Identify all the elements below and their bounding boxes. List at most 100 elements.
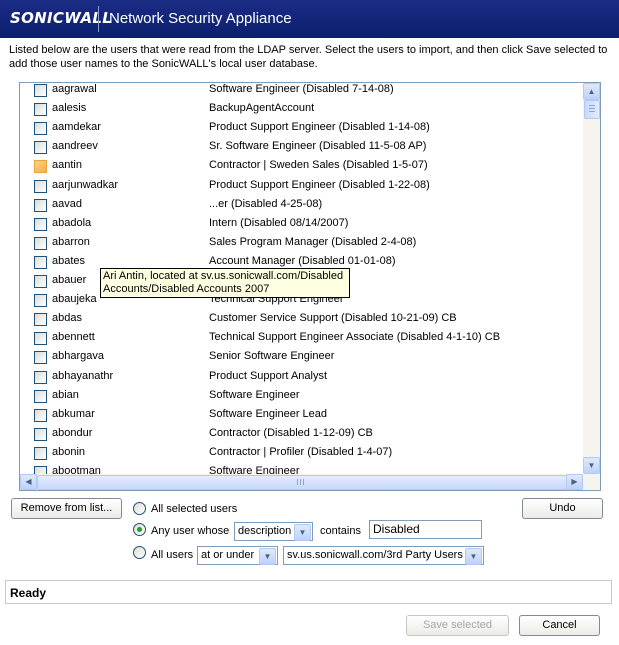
user-row[interactable]: abkumar Software Engineer Lead [20,408,583,427]
user-row[interactable]: aandreev Sr. Software Engineer (Disabled … [20,140,583,159]
user-checkbox[interactable] [34,466,47,474]
user-name: abkumar [52,407,95,420]
user-row[interactable]: abennett Technical Support Engineer Assoc… [20,331,583,350]
user-row[interactable]: abhargava Senior Software Engineer [20,350,583,369]
remove-from-list-button[interactable]: Remove from list... [11,498,122,519]
app-title: Network Security Appliance [109,10,292,27]
user-name: abauer [52,274,87,286]
scroll-up-button[interactable]: ▲ [583,83,600,100]
scroll-down-arrow-icon: ▼ [587,461,596,470]
user-description: Senior Software Engineer [209,350,335,363]
user-checkbox[interactable] [34,217,47,231]
user-checkbox[interactable] [34,236,47,250]
user-name: abootman [52,465,101,474]
vertical-scrollbar[interactable]: ▲ ▼ [583,83,600,474]
horizontal-scroll-thumb[interactable] [37,475,567,490]
scroll-left-arrow-icon: ◀ [25,477,32,486]
user-row[interactable]: aavad ...er (Disabled 4-25-08) [20,198,583,217]
user-checkbox[interactable] [34,332,47,346]
chevron-down-icon: ▼ [465,548,482,565]
location-mode-select[interactable]: at or under ▼ [197,546,278,565]
all-selected-users-label: All selected users [151,503,238,515]
user-checkbox[interactable] [34,103,47,117]
user-checkbox[interactable] [34,446,47,460]
user-name: aalesis [52,102,87,115]
scroll-left-button[interactable]: ◀ [20,474,37,490]
user-checkbox[interactable] [34,313,47,327]
user-row[interactable]: abadola Intern (Disabled 08/14/2007) [20,217,583,236]
user-checkbox[interactable] [34,84,47,97]
user-checkbox[interactable] [34,427,47,441]
contains-input[interactable] [369,520,482,539]
radio-all-users[interactable] [133,546,146,559]
user-row[interactable]: aarjunwadkar Product Support Engineer (Di… [20,179,583,198]
user-checkbox[interactable] [34,179,47,193]
user-description: Sr. Software Engineer (Disabled 11-5-08 … [209,140,427,153]
user-row[interactable]: abian Software Engineer [20,389,583,408]
user-checkbox[interactable] [34,198,47,212]
radio-all-selected-users[interactable] [133,502,146,515]
user-checkbox[interactable] [34,351,47,365]
status-bar: Ready [5,580,612,604]
user-row[interactable]: abhayanathr Product Support Analyst [20,370,583,389]
save-selected-button[interactable]: Save selected [406,615,509,636]
user-row[interactable]: aagrawal Software Engineer (Disabled 7-14… [20,83,583,102]
user-description: Software Engineer (Disabled 7-14-08) [209,83,394,95]
undo-button[interactable]: Undo [522,498,603,519]
attribute-select-value: description [238,525,292,537]
user-checkbox[interactable] [34,160,47,174]
user-row[interactable]: aantin Contractor | Sweden Sales (Disable… [20,159,583,178]
user-name: aavad [52,197,82,210]
thumb-grip [297,479,298,485]
user-checkbox[interactable] [34,389,47,403]
user-description: Product Support Engineer (Disabled 1-22-… [209,178,430,191]
user-tooltip: Ari Antin, located at sv.us.sonicwall.co… [100,268,350,298]
user-name: abadola [52,216,92,229]
user-row[interactable]: abarron Sales Program Manager (Disabled 2… [20,236,583,255]
user-checkbox[interactable] [34,370,47,384]
user-name: abhayanathr [52,369,114,382]
user-checkbox[interactable] [34,255,47,269]
user-checkbox[interactable] [34,141,47,155]
attribute-select[interactable]: description ▼ [234,522,313,541]
user-description: Contractor (Disabled 1-12-09) CB [209,426,373,439]
all-users-label: All users [151,549,194,561]
chevron-down-icon: ▼ [294,524,311,541]
user-description: Sales Program Manager (Disabled 2-4-08) [209,235,417,248]
user-description: Intern (Disabled 08/14/2007) [209,216,349,229]
user-name: aandreev [52,140,98,153]
user-description: Customer Service Support (Disabled 10-21… [209,312,457,325]
user-row[interactable]: abootman Software Engineer [20,465,583,474]
vertical-scroll-thumb[interactable] [584,100,600,119]
radio-any-user-whose[interactable] [133,523,146,536]
user-row[interactable]: abdas Customer Service Support (Disabled … [20,312,583,331]
user-description: Account Manager (Disabled 01-01-08) [209,254,396,267]
user-row[interactable]: aamdekar Product Support Engineer (Disabl… [20,121,583,140]
user-row[interactable]: abondur Contractor (Disabled 1-12-09) CB [20,427,583,446]
location-path-select[interactable]: sv.us.sonicwall.com/3rd Party Users ▼ [283,546,484,565]
location-mode-value: at or under [201,549,255,561]
scroll-right-arrow-icon: ▶ [571,477,578,486]
cancel-button[interactable]: Cancel [519,615,600,636]
user-row[interactable]: abonin Contractor | Profiler (Disabled 1-… [20,446,583,465]
user-description: Product Support Engineer (Disabled 1-14-… [209,121,430,134]
scroll-down-button[interactable]: ▼ [583,457,600,474]
user-description: ...er (Disabled 4-25-08) [209,197,323,210]
user-list[interactable]: aagrawal Software Engineer (Disabled 7-14… [19,82,601,491]
user-checkbox[interactable] [34,275,47,288]
user-description: Software Engineer Lead [209,407,328,420]
scroll-right-button[interactable]: ▶ [566,474,583,490]
thumb-grip [589,108,595,109]
user-name: aarjunwadkar [52,178,119,191]
scroll-up-arrow-icon: ▲ [587,87,596,96]
thumb-grip [303,479,304,485]
any-user-whose-label: Any user whose [151,525,230,537]
user-description: Software Engineer [209,465,300,474]
user-checkbox[interactable] [34,294,47,308]
user-checkbox[interactable] [34,122,47,136]
user-row[interactable]: aalesis BackupAgentAccount [20,102,583,121]
user-description: Technical Support Engineer Associate (Di… [209,331,501,344]
status-text: Ready [10,586,47,600]
user-checkbox[interactable] [34,408,47,422]
horizontal-scrollbar[interactable]: ◀ ▶ [20,474,583,490]
